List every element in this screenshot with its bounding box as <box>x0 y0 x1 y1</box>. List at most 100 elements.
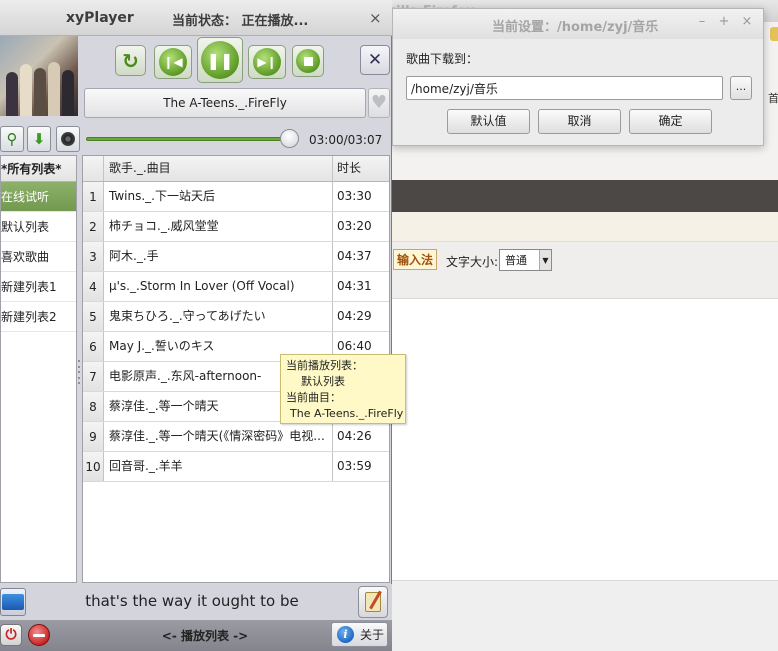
minus-icon <box>33 633 45 637</box>
stop-button[interactable] <box>292 45 324 77</box>
song-number: 1 <box>83 182 104 211</box>
playlist-item[interactable]: 在线试听 <box>1 182 76 212</box>
song-number: 2 <box>83 212 104 241</box>
song-number: 3 <box>83 242 104 271</box>
song-title: 蔡淳佳._.等一个晴天(《情深密码》电视... <box>104 422 333 451</box>
bookmark-icon <box>770 27 778 41</box>
favorite-button[interactable]: ♥ <box>368 88 390 118</box>
refresh-icon: ↻ <box>122 48 139 73</box>
tooltip-song-label: 当前曲目： <box>286 391 341 404</box>
playlist-list: *所有列表* 在线试听 默认列表 喜欢歌曲 新建列表1 新建列表2 <box>0 155 77 583</box>
heart-icon: ♥ <box>370 92 388 113</box>
playlist-item[interactable]: 新建列表1 <box>1 272 76 302</box>
download-path-field[interactable]: /home/zyj/音乐 <box>406 76 723 100</box>
song-title: 阿木._.手 <box>104 242 333 271</box>
time-display: 03:00/03:07 <box>309 133 383 147</box>
song-title: 鬼束ちひろ._.守ってあげたい <box>104 302 333 331</box>
monitor-icon <box>2 594 24 610</box>
editor-footer <box>392 580 778 651</box>
ok-button[interactable]: 确定 <box>629 109 712 134</box>
song-row[interactable]: 3 阿木._.手 04:37 <box>83 242 389 272</box>
playlist-list-header: *所有列表* <box>1 156 76 182</box>
cancel-button[interactable]: 取消 <box>538 109 621 134</box>
dialog-title: 当前设置：/home/zyj/音乐 <box>492 20 659 35</box>
search-button[interactable]: ⚲ <box>0 126 24 152</box>
column-header-duration[interactable]: 时长 <box>333 156 389 181</box>
forum-header-bar <box>392 180 778 212</box>
default-button[interactable]: 默认值 <box>447 109 530 134</box>
refresh-button[interactable]: ↻ <box>115 45 146 76</box>
playlist-item[interactable]: 默认列表 <box>1 212 76 242</box>
lyric-editor-button[interactable] <box>358 586 388 618</box>
cover-figure <box>20 64 32 116</box>
song-row[interactable]: 10 回音哥._.羊羊 03:59 <box>83 452 389 482</box>
song-duration: 04:31 <box>337 279 372 293</box>
pause-button[interactable]: ❚❚ <box>197 37 243 83</box>
minimize-icon[interactable]: – <box>695 15 709 29</box>
ime-button[interactable]: 输入法 <box>393 249 438 270</box>
font-size-select[interactable]: 普通 ▼ <box>499 249 552 271</box>
progress-slider[interactable] <box>86 137 298 141</box>
close-icon[interactable]: × <box>369 9 382 27</box>
song-duration: 04:37 <box>337 249 372 263</box>
song-title: μ's._.Storm In Lover (Off Vocal) <box>104 272 333 301</box>
speaker-icon <box>61 132 75 146</box>
font-size-value: 普通 <box>505 254 527 267</box>
song-number: 6 <box>83 332 104 361</box>
playlist-toggle[interactable]: <- 播放列表 -> <box>120 627 290 644</box>
song-number: 5 <box>83 302 104 331</box>
now-playing-tooltip: 当前播放列表： 默认列表 当前曲目： The A-Teens._.FireFly <box>280 354 406 424</box>
pause-icon: ❚❚ <box>201 41 239 79</box>
previous-button[interactable]: ❙◀ <box>154 45 192 79</box>
stop-icon <box>296 49 320 73</box>
song-number: 10 <box>83 452 104 481</box>
progress-slider-handle[interactable] <box>279 129 299 148</box>
search-icon: ⚲ <box>6 130 18 148</box>
splitter-handle[interactable] <box>77 360 81 384</box>
song-row[interactable]: 1 Twins._.下一站天后 03:30 <box>83 182 389 212</box>
song-rows: 1 Twins._.下一站天后 03:30 2 柿チョコ._.威风堂堂 03:20 3 阿木.… <box>83 182 389 482</box>
player-titlebar: xyPlayer 当前状态： 正在播放... × <box>0 0 392 36</box>
playback-status: 当前状态： 正在播放... <box>172 14 309 29</box>
dialog-titlebar: 当前设置：/home/zyj/音乐 – + × <box>393 9 763 39</box>
song-duration: 03:20 <box>337 219 372 233</box>
download-icon: ⬇ <box>32 130 46 148</box>
playlist-items: 在线试听 默认列表 喜欢歌曲 新建列表1 新建列表2 <box>1 182 76 332</box>
previous-icon: ❙◀ <box>159 48 187 76</box>
browse-button[interactable]: ... <box>730 76 752 100</box>
lyric-text: that's the way it ought to be <box>85 592 299 610</box>
song-row[interactable]: 9 蔡淳佳._.等一个晴天(《情深密码》电视... 04:26 <box>83 422 389 452</box>
song-row[interactable]: 4 μ's._.Storm In Lover (Off Vocal) 04:31 <box>83 272 389 302</box>
next-button[interactable]: ▶❙ <box>248 45 286 79</box>
settings-button[interactable]: ✕ <box>360 45 390 75</box>
download-button[interactable]: ⬇ <box>27 126 51 152</box>
song-title: 回音哥._.羊羊 <box>104 452 333 481</box>
album-cover <box>0 36 78 116</box>
song-number: 7 <box>83 362 104 391</box>
about-button[interactable]: i 关于 <box>331 622 388 647</box>
minimize-player-button[interactable] <box>28 624 50 646</box>
volume-button[interactable] <box>56 126 80 152</box>
playlist-item[interactable]: 新建列表2 <box>1 302 76 332</box>
notepad-icon <box>365 592 381 612</box>
info-icon: i <box>337 626 354 643</box>
maximize-icon[interactable]: + <box>717 15 731 29</box>
firefox-edge-text: 首 <box>768 92 778 105</box>
column-header-title[interactable]: 歌手._.曲目 <box>104 156 333 181</box>
power-button[interactable]: ⏻ <box>0 624 22 646</box>
about-label: 关于 <box>360 628 385 642</box>
current-song-bar[interactable]: The A-Teens._.FireFly <box>84 88 366 118</box>
close-icon[interactable]: × <box>740 15 754 29</box>
cover-figure <box>48 62 60 116</box>
tooltip-song-value: The A-Teens._.FireFly <box>290 407 404 420</box>
song-row[interactable]: 5 鬼束ちひろ._.守ってあげたい 04:29 <box>83 302 389 332</box>
tooltip-playlist-value: 默认列表 <box>301 375 345 388</box>
song-duration: 03:30 <box>337 189 372 203</box>
song-row[interactable]: 2 柿チョコ._.威风堂堂 03:20 <box>83 212 389 242</box>
desktop-lyric-button[interactable] <box>0 588 26 616</box>
song-title: 柿チョコ._.威风堂堂 <box>104 212 333 241</box>
playlist-item[interactable]: 喜欢歌曲 <box>1 242 76 272</box>
next-icon: ▶❙ <box>253 48 281 76</box>
column-header-number <box>83 156 104 181</box>
cover-figure <box>6 72 18 116</box>
